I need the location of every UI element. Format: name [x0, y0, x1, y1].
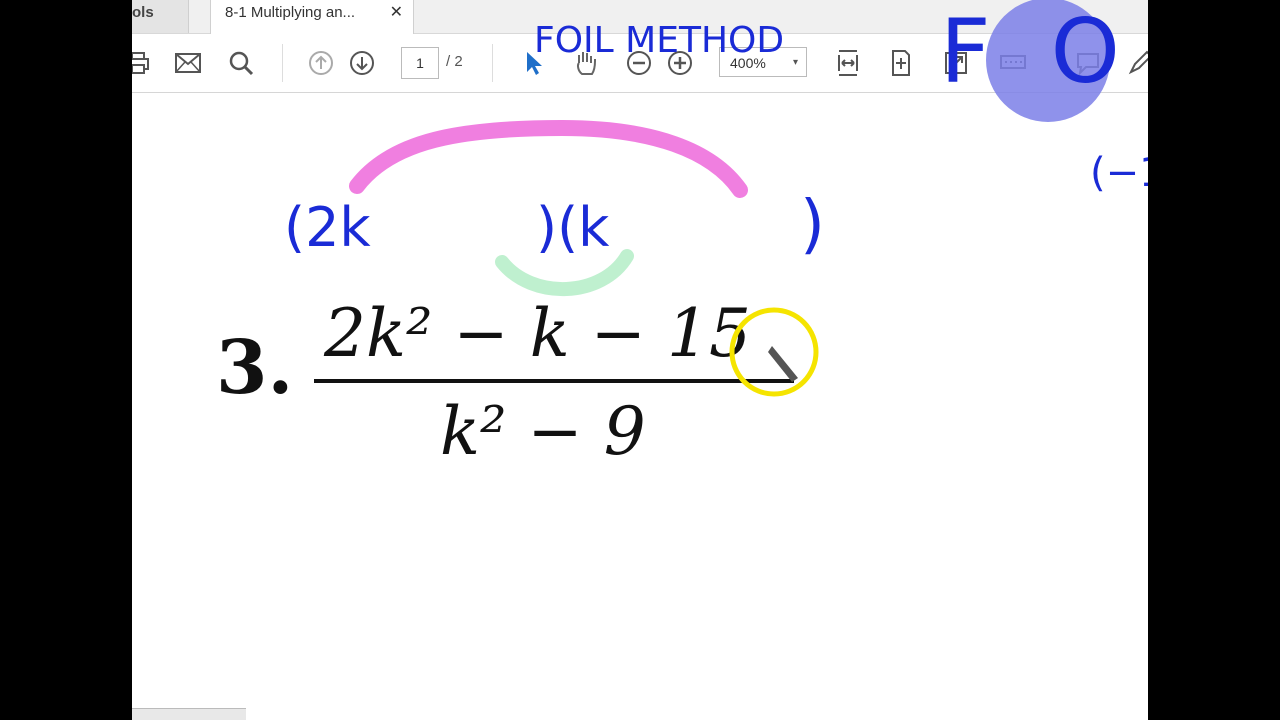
ink-factor-open: (2k [284, 196, 371, 259]
ink-side-note: (−1 [1090, 150, 1148, 196]
ink-factor-middle: )(k [536, 196, 610, 259]
bottom-panel-edge [132, 708, 246, 720]
inner-terms-highlight [495, 249, 634, 297]
ink-foil-letters: F O I L [940, 0, 1148, 103]
ink-factor-close: ) [800, 188, 825, 262]
pen-cursor-icon [768, 346, 798, 382]
ink-annotation-layer: FOIL METHOD F O I L (2k )(k ) (−1 [284, 0, 1148, 397]
pdf-viewer-window: ols 8-1 Multiplying an... ✕ 1 / 2 400% ▾… [132, 0, 1148, 720]
ink-foil-method: FOIL METHOD [534, 20, 784, 61]
outer-terms-highlight [349, 119, 748, 198]
